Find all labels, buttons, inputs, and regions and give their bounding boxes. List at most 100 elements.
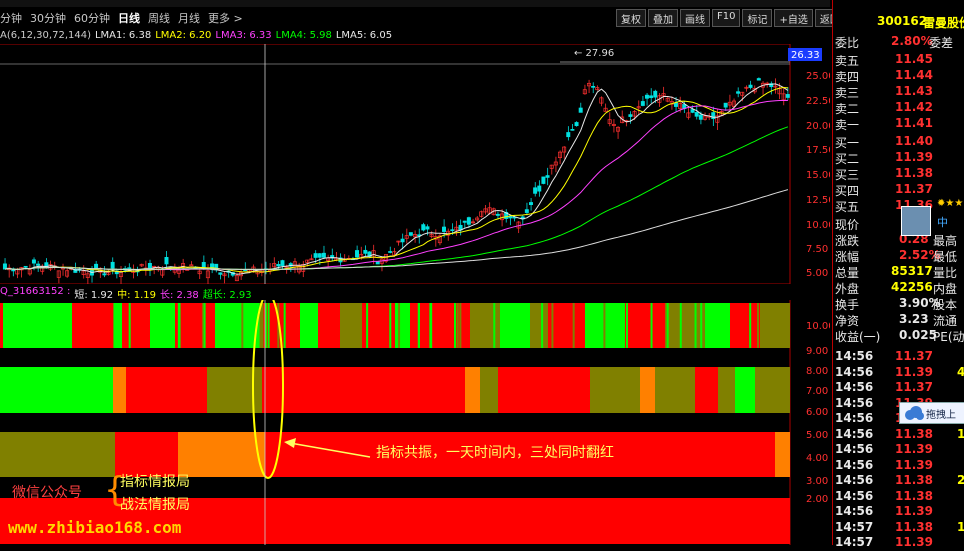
stat-label: 涨跌 xyxy=(835,234,860,248)
tick-time: 14:57 xyxy=(835,535,874,549)
stat-label: 涨幅 xyxy=(835,250,860,264)
tick-price: 11.38 xyxy=(895,426,933,441)
indicator-axis-label: 6.00 xyxy=(806,407,828,418)
indicator-axis-label: 8.00 xyxy=(806,366,828,377)
indicator-axis-label: 3.00 xyxy=(806,476,828,487)
toolbar-button[interactable]: 标记 xyxy=(742,9,773,27)
avatar[interactable] xyxy=(901,206,931,236)
period-tab[interactable]: 周线 xyxy=(148,10,170,28)
candle-body xyxy=(570,129,575,131)
tick-price: 11.39 xyxy=(895,457,933,472)
period-tab[interactable]: 日线 xyxy=(118,10,140,28)
price-chart[interactable]: 25.00 22.50 20.00 17.50 15.00 12.50 10.00 7.50 5… xyxy=(0,44,830,284)
period-tab[interactable]: 分钟 xyxy=(0,10,22,28)
period-tab[interactable]: 月线 xyxy=(178,10,200,28)
ask-label: 卖五 xyxy=(835,54,860,68)
toolbar-button[interactable]: F10 xyxy=(712,9,741,27)
candle-body xyxy=(541,176,546,184)
candle-body xyxy=(425,226,430,230)
signal-bar xyxy=(718,367,735,413)
signal-bar xyxy=(498,367,590,413)
signal-bar xyxy=(590,367,640,413)
ask-label: 卖二 xyxy=(835,102,860,116)
stat-label2: 内盘 xyxy=(933,282,958,296)
candle-body xyxy=(280,260,285,266)
candle-body xyxy=(723,102,728,108)
signal-stripe xyxy=(241,303,244,348)
candle-body xyxy=(578,107,583,113)
stock-name: 雷曼股份 xyxy=(923,16,964,30)
weibi-label: 委比 xyxy=(835,36,860,50)
tick-time: 14:56 xyxy=(835,426,874,441)
signal-stripe xyxy=(343,303,346,348)
signal-bar xyxy=(755,367,790,413)
stat-row: 换手 3.90% 股本 xyxy=(833,296,964,312)
signal-stripe xyxy=(603,303,606,348)
tick-price: 11.39 xyxy=(895,442,933,456)
signal-stripe xyxy=(454,303,457,348)
tick-price: 11.38 xyxy=(895,519,933,534)
stat-label: 外盘 xyxy=(835,282,860,296)
tick-time: 14:56 xyxy=(835,395,874,410)
tick-time: 14:56 xyxy=(835,504,874,518)
stat-row: 涨幅 2.52% 最低 xyxy=(833,248,964,264)
period-tab[interactable]: 更多 > xyxy=(208,10,243,28)
bid-price: 11.39 xyxy=(895,150,933,164)
signal-bar xyxy=(262,367,465,413)
stat-label2: 最低 xyxy=(933,250,958,264)
candle-body xyxy=(321,252,326,258)
ma-legend-item: LMA3: 6.33 xyxy=(215,30,272,41)
candle-body xyxy=(388,251,393,253)
ask-label: 卖四 xyxy=(835,70,860,84)
candle-body xyxy=(545,175,550,178)
tick-volume: 1 xyxy=(957,426,964,441)
candle-body xyxy=(313,253,318,258)
signal-bar xyxy=(548,303,585,348)
period-tab[interactable]: 30分钟 xyxy=(30,10,66,28)
signal-stripe xyxy=(169,303,172,348)
price-axis-label: 22.50 xyxy=(806,96,830,107)
watermark-wechat: 微信公众号 xyxy=(12,485,82,501)
tick-row: 14:56 11.39 xyxy=(833,504,964,520)
cloud-icon xyxy=(905,406,924,420)
tick-price: 11.38 xyxy=(895,473,933,487)
signal-bar xyxy=(113,367,126,413)
tick-volume: 2 xyxy=(957,473,964,487)
candle-body xyxy=(31,259,36,264)
ask-row: 卖四 11.44 xyxy=(833,68,964,84)
tick-row: 14:56 11.38 1 xyxy=(833,427,964,443)
price-axis-label: 12.50 xyxy=(806,195,830,206)
signal-bar xyxy=(530,303,548,348)
tick-volume: 4 xyxy=(957,364,964,379)
signal-stripe xyxy=(541,303,544,348)
period-tab[interactable]: 60分钟 xyxy=(74,10,110,28)
signal-stripe xyxy=(771,303,774,348)
candle-body xyxy=(649,95,654,99)
stat-label: 换手 xyxy=(835,298,860,312)
toolbar-button[interactable]: 复权 xyxy=(616,9,646,27)
tick-row: 14:57 11.38 1 xyxy=(833,520,964,536)
indicator-legend: Q_31663152 : 短: 1.92 中: 1.19 长: 2.38 超长: 2.… xyxy=(0,286,790,301)
toolbar-button[interactable]: 画线 xyxy=(680,9,710,27)
candle-body xyxy=(462,220,467,223)
signal-stripe xyxy=(389,303,392,348)
signal-stripe xyxy=(261,303,264,348)
signal-stripe xyxy=(283,303,286,348)
badge-zhong: 中 xyxy=(937,216,948,229)
toolbar-button[interactable]: 叠加 xyxy=(648,9,678,27)
indicator-legend-item: 中: 1.19 xyxy=(117,290,156,301)
indicator-legend-item: 长: 2.38 xyxy=(159,290,199,301)
signal-stripe xyxy=(493,303,496,348)
tick-volume: 1 xyxy=(957,519,964,534)
signal-stripe xyxy=(178,303,181,348)
signal-bar xyxy=(665,303,705,348)
signal-stripe xyxy=(366,303,369,348)
ma-legend-prefix: A(6,12,30,72,144) xyxy=(0,30,91,41)
signal-bar xyxy=(318,303,340,348)
signal-stripe xyxy=(418,303,421,348)
indicator-legend-item: 超长: 2.93 xyxy=(202,290,252,301)
cloud-drag-button[interactable]: 拖拽上 xyxy=(899,402,964,424)
tool-buttons: 复权 叠加 画线 F10 标记 +自选 返回 xyxy=(616,9,845,27)
tick-price: 11.39 xyxy=(895,364,933,379)
toolbar-button[interactable]: +自选 xyxy=(774,9,813,27)
